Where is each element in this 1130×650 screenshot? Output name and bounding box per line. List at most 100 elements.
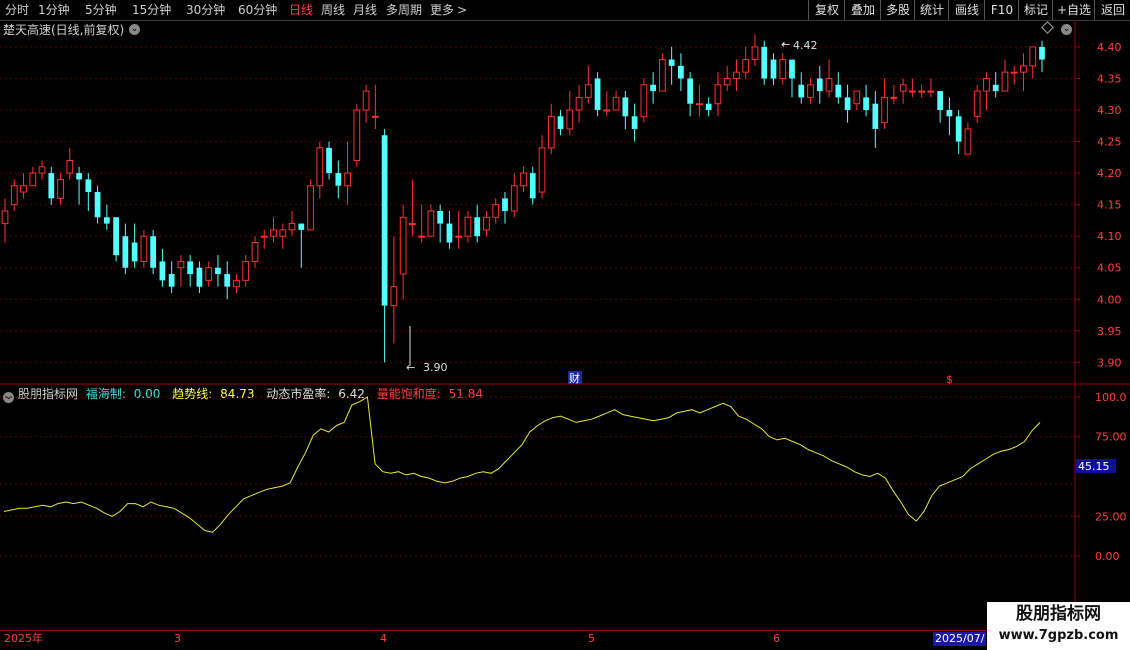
candle-body	[159, 261, 166, 281]
candle-body	[520, 172, 527, 187]
candle-body	[94, 192, 101, 218]
candle-body	[705, 103, 712, 111]
candle-body	[427, 210, 435, 237]
candle-body	[723, 77, 731, 86]
indicator-tick-label: 0.00	[1095, 550, 1120, 563]
candle-body	[362, 90, 370, 111]
candle-body	[502, 198, 508, 211]
candle-body	[270, 229, 277, 237]
date-axis: 2025年 3 4 5 6 2025/07/	[0, 630, 987, 647]
dividend-marker[interactable]: $	[946, 373, 953, 386]
candle-body	[140, 235, 148, 262]
candle-body	[547, 115, 555, 149]
candle-body	[687, 78, 694, 104]
price-tick-label: 4.30	[1097, 104, 1122, 117]
candle-body	[733, 71, 740, 79]
candlestick-series	[1, 34, 1045, 363]
candle-body	[835, 84, 842, 98]
candle-body	[316, 147, 324, 187]
candle-body	[603, 109, 611, 112]
date-label: 4	[380, 632, 387, 645]
candle-body	[85, 179, 92, 193]
candle-body	[594, 78, 601, 111]
candle-body	[881, 96, 888, 124]
candle-body	[38, 166, 46, 174]
indicator-tick-label: 75.00	[1095, 431, 1127, 444]
candle-body	[538, 147, 546, 193]
candle-body	[678, 65, 684, 79]
candle-body	[714, 84, 722, 105]
candle-body	[390, 286, 398, 307]
event-badge-label: 财	[569, 371, 580, 385]
candle-body	[48, 173, 55, 199]
price-tick-label: 4.25	[1097, 136, 1122, 149]
candle-body	[575, 96, 583, 111]
candle-body	[798, 84, 805, 98]
candle-body	[76, 173, 82, 180]
candle-body	[927, 90, 935, 93]
candle-body	[872, 103, 879, 129]
candle-body	[307, 185, 314, 231]
candle-body	[196, 267, 203, 287]
candle-body	[751, 46, 759, 61]
candle-body	[816, 78, 823, 92]
candle-body	[288, 223, 296, 231]
price-tick-label: 4.35	[1097, 72, 1122, 85]
indicator-axis: 100.0 75.00 25.00 0.00	[1075, 391, 1127, 563]
candle-body	[622, 97, 629, 117]
date-label: 5	[588, 632, 595, 645]
candle-body	[335, 173, 342, 186]
watermark-title: 股朋指标网	[1016, 604, 1101, 624]
price-tick-label: 4.05	[1097, 262, 1122, 275]
trend-line	[3, 396, 1041, 533]
candle-body	[853, 90, 861, 105]
candle-body	[353, 109, 361, 161]
candle-body	[233, 279, 240, 288]
price-tick-label: 4.20	[1097, 167, 1122, 180]
candle-body	[492, 204, 500, 218]
candle-body	[1020, 65, 1027, 73]
candle-body	[631, 116, 638, 129]
candle-body	[103, 217, 110, 224]
candle-body	[371, 115, 379, 118]
candle-body	[612, 96, 620, 111]
candle-body	[973, 90, 981, 117]
candle-body	[890, 96, 898, 99]
price-grid	[0, 46, 1075, 363]
candle-body	[1, 210, 9, 225]
candle-body	[668, 59, 675, 66]
candle-body	[122, 236, 129, 268]
date-label: 6	[773, 632, 780, 645]
chart-canvas[interactable]: 4.40 4.35 4.30 4.25 4.20 4.15 4.10 4.05 4.00 3.95…	[0, 0, 1130, 630]
candle-body	[844, 97, 851, 111]
candle-body	[761, 46, 768, 79]
candle-body	[474, 217, 481, 237]
candle-body	[298, 223, 305, 230]
candle-body	[205, 267, 213, 281]
candle-body	[464, 216, 472, 237]
watermark-logo: 股朋指标网 www.7gpzb.com	[987, 602, 1130, 650]
candle-body	[899, 84, 907, 92]
indicator-tick-label: 25.00	[1095, 510, 1127, 523]
candle-body	[1001, 71, 1009, 92]
candle-body	[446, 223, 453, 243]
candle-body	[1010, 71, 1018, 74]
candle-body	[455, 235, 463, 238]
price-axis: 4.40 4.35 4.30 4.25 4.20 4.15 4.10 4.05 4.00 3.95…	[1075, 41, 1122, 369]
candle-body	[909, 90, 916, 93]
candle-body	[779, 59, 787, 79]
candle-body	[168, 274, 175, 287]
price-tick-label: 4.00	[1097, 293, 1122, 306]
candle-body	[964, 128, 972, 155]
low-label: 3.90	[423, 361, 448, 374]
candle-body	[326, 147, 332, 174]
candle-body	[937, 91, 944, 111]
candle-body	[215, 267, 221, 275]
candle-body	[399, 216, 407, 275]
date-label: 2025年	[4, 632, 43, 645]
current-value: 45.15	[1078, 460, 1110, 473]
price-tick-label: 4.15	[1097, 199, 1122, 212]
price-tick-label: 3.90	[1097, 356, 1122, 369]
candle-body	[807, 84, 814, 98]
price-tick-label: 4.10	[1097, 230, 1122, 243]
